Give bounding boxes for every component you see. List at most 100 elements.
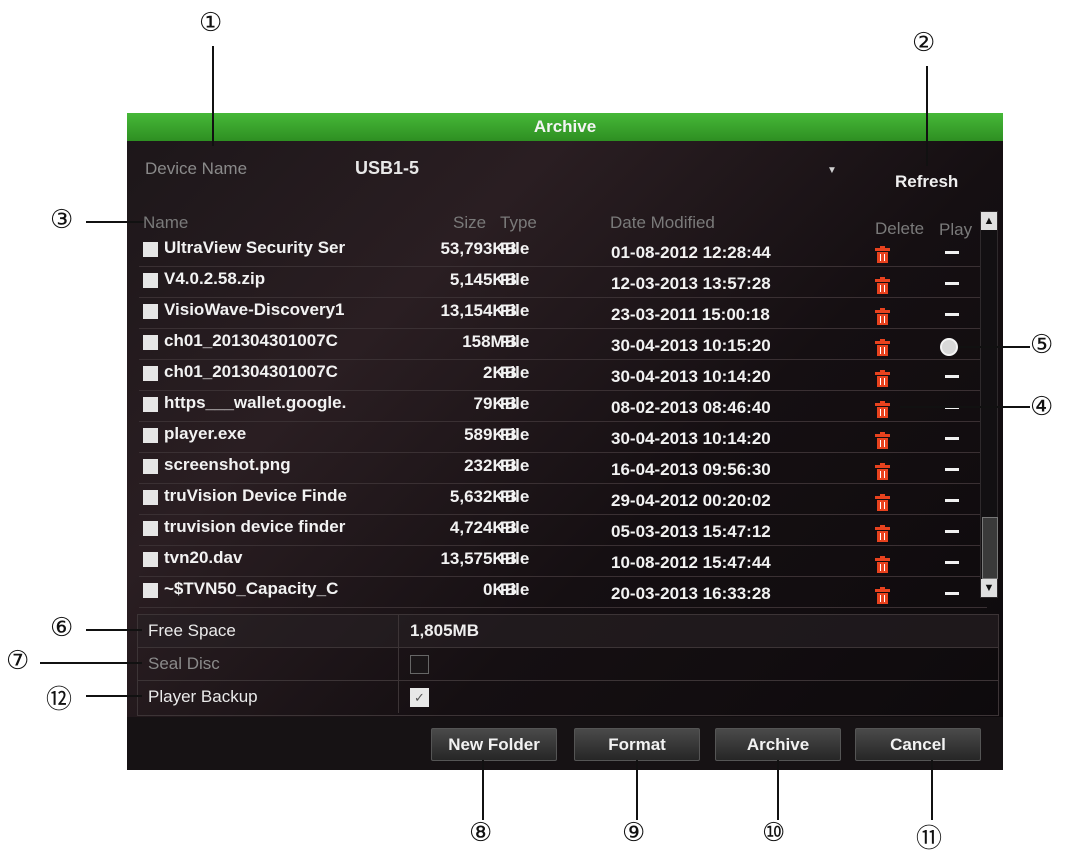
trash-icon[interactable] [875,432,890,449]
file-checkbox[interactable] [143,335,158,350]
file-date: 16-04-2013 09:56:30 [611,460,771,479]
file-type: File [500,549,530,568]
file-checkbox[interactable] [143,397,158,412]
file-row[interactable]: tvn20.dav 13,575KB File 10-08-2012 15:47:44 [139,545,987,577]
trash-icon[interactable] [875,587,890,604]
callout-5: ⑤ [1030,330,1054,360]
new-folder-button[interactable]: New Folder [431,728,557,761]
file-type: File [500,518,530,537]
callout-8: ⑧ [469,818,493,848]
seal-disc-checkbox[interactable] [410,655,429,674]
file-name: UltraView Security Ser [164,238,346,257]
file-name: VisioWave-Discovery1 [164,300,345,319]
file-date: 01-08-2012 12:28:44 [611,243,771,262]
archive-button[interactable]: Archive [715,728,841,761]
file-row[interactable]: player.exe 589KB File 30-04-2013 10:14:20 [139,421,987,453]
trash-icon[interactable] [875,525,890,542]
file-row[interactable]: truvision device finder 4,724KB File 05-03-… [139,514,987,546]
player-backup-checkbox[interactable]: ✓ [410,688,429,707]
file-type: File [500,394,530,413]
trash-icon[interactable] [875,308,890,325]
file-row[interactable]: truVision Device Finde 5,632KB File 29-04-2… [139,483,987,515]
no-play-dash-icon [945,313,959,316]
file-type: File [500,456,530,475]
dialog-title: Archive [127,113,1003,141]
scroll-down-icon[interactable]: ▼ [981,579,997,597]
file-checkbox[interactable] [143,366,158,381]
file-name: truvision device finder [164,517,346,536]
player-backup-row: Player Backup ✓ [138,681,998,713]
file-row[interactable]: ~$TVN50_Capacity_C 0KB File 20-03-2013 16:3… [139,576,987,608]
callout-11: ⑪ [916,824,943,854]
no-play-dash-icon [945,468,959,471]
callout-4: ④ [1030,392,1054,422]
trash-icon[interactable] [875,556,890,573]
file-checkbox[interactable] [143,428,158,443]
callout-9: ⑨ [622,818,646,848]
file-name: player.exe [164,424,247,443]
file-type: File [500,301,530,320]
trash-icon[interactable] [875,277,890,294]
callout-2: ② [912,28,936,58]
file-date: 10-08-2012 15:47:44 [611,553,771,572]
file-row[interactable]: VisioWave-Discovery1 13,154KB File 23-03-20… [139,297,987,329]
trash-icon[interactable] [875,463,890,480]
no-play-dash-icon [945,499,959,502]
scroll-up-icon[interactable]: ▲ [981,212,997,230]
file-checkbox[interactable] [143,459,158,474]
no-play-dash-icon [945,530,959,533]
file-date: 05-03-2013 15:47:12 [611,522,771,541]
file-checkbox[interactable] [143,304,158,319]
no-play-dash-icon [945,437,959,440]
player-backup-label: Player Backup [148,687,258,706]
cancel-button[interactable]: Cancel [855,728,981,761]
file-row[interactable]: screenshot.png 232KB File 16-04-2013 09:56:… [139,452,987,484]
file-checkbox[interactable] [143,242,158,257]
column-header-size[interactable]: Size [453,213,486,233]
seal-disc-label: Seal Disc [148,654,220,673]
trash-icon[interactable] [875,494,890,511]
callout-7: ⑦ [6,646,30,676]
file-checkbox[interactable] [143,521,158,536]
file-checkbox[interactable] [143,583,158,598]
seal-disc-row: Seal Disc [138,648,998,681]
column-header-date[interactable]: Date Modified [610,213,715,233]
play-icon[interactable] [940,338,958,356]
file-checkbox[interactable] [143,490,158,505]
file-row[interactable]: ch01_201304301007C 2KB File 30-04-2013 10:1… [139,359,987,391]
no-play-dash-icon [945,561,959,564]
file-name: tvn20.dav [164,548,243,567]
trash-icon[interactable] [875,401,890,418]
callout-12: ⑫ [46,685,73,715]
file-checkbox[interactable] [143,552,158,567]
refresh-button[interactable]: Refresh [895,172,958,192]
file-type: File [500,363,530,382]
file-row[interactable]: UltraView Security Ser 53,793KB File 01-08-… [139,235,987,267]
file-type: File [500,425,530,444]
chevron-down-icon[interactable]: ▼ [827,165,837,176]
trash-icon[interactable] [875,370,890,387]
file-date: 30-04-2013 10:15:20 [611,336,771,355]
column-header-name[interactable]: Name [143,213,188,233]
trash-icon[interactable] [875,246,890,263]
device-name-label: Device Name [145,159,248,178]
file-name: ch01_201304301007C [164,331,338,350]
file-row[interactable]: V4.0.2.58.zip 5,145KB File 12-03-2013 13:57… [139,266,987,298]
file-type: File [500,270,530,289]
file-row[interactable]: https___wallet.google. 79KB File 08-02-2013… [139,390,987,422]
no-play-dash-icon [945,592,959,595]
file-row[interactable]: ch01_201304301007C 158MB File 30-04-2013 10… [139,328,987,360]
format-button[interactable]: Format [574,728,700,761]
file-date: 12-03-2013 13:57:28 [611,274,771,293]
file-date: 30-04-2013 10:14:20 [611,429,771,448]
trash-icon[interactable] [875,339,890,356]
scroll-thumb[interactable] [982,517,998,579]
file-date: 08-02-2013 08:46:40 [611,398,771,417]
file-checkbox[interactable] [143,273,158,288]
callout-10: ⑩ [762,818,786,848]
file-list-scrollbar[interactable]: ▲ ▼ [980,211,998,598]
device-name-select[interactable]: USB1-5 [355,158,419,179]
column-header-type[interactable]: Type [500,213,537,233]
no-play-dash-icon [945,251,959,254]
file-name: ch01_201304301007C [164,362,338,381]
